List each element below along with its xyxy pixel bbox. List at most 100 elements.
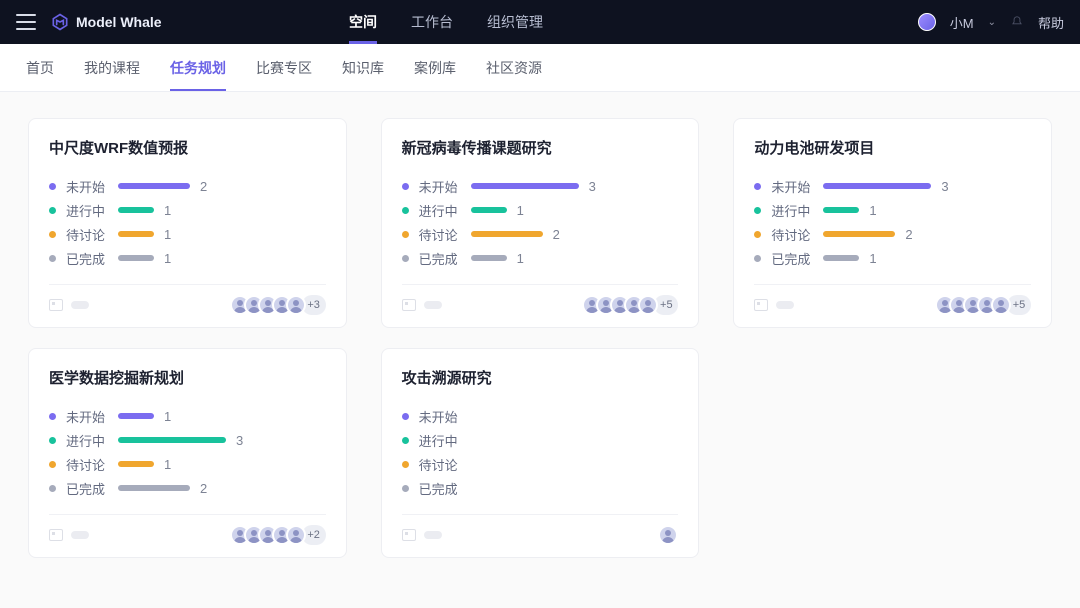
brand-name: Model Whale xyxy=(76,14,162,30)
status-bar xyxy=(118,485,190,491)
card-footer: +5 xyxy=(402,284,679,315)
status-dot-icon xyxy=(402,485,409,492)
status-row-not_started: 未开始 3 xyxy=(402,174,679,198)
status-label: 进行中 xyxy=(66,201,108,220)
project-card[interactable]: 攻击溯源研究未开始进行中待讨论已完成 xyxy=(381,348,700,558)
status-bar xyxy=(823,255,859,261)
status-row-pending: 待讨论1 xyxy=(49,452,326,476)
status-label: 已完成 xyxy=(66,249,108,268)
status-count: 2 xyxy=(553,227,565,242)
member-avatar[interactable] xyxy=(638,295,658,315)
top-tab-1[interactable]: 工作台 xyxy=(411,0,453,44)
status-dot-icon xyxy=(402,413,409,420)
status-bar xyxy=(118,437,226,443)
status-label: 未开始 xyxy=(419,177,461,196)
member-avatars[interactable]: +5 xyxy=(935,295,1031,315)
chevron-down-icon[interactable]: ⌄ xyxy=(988,17,996,28)
status-count: 1 xyxy=(869,251,881,266)
member-avatar[interactable] xyxy=(991,295,1011,315)
status-count: 2 xyxy=(905,227,917,242)
status-row-in_progress: 进行中3 xyxy=(49,428,326,452)
status-dot-icon xyxy=(49,255,56,262)
status-label: 待讨论 xyxy=(419,455,461,474)
member-avatars[interactable] xyxy=(658,525,678,545)
member-avatars[interactable]: +5 xyxy=(582,295,678,315)
footer-pill xyxy=(776,301,794,309)
card-title: 动力电池研发项目 xyxy=(754,137,1031,158)
status-count: 1 xyxy=(517,251,529,266)
footer-meta xyxy=(49,299,89,311)
subtab-2[interactable]: 任务规划 xyxy=(170,44,226,91)
status-dot-icon xyxy=(402,255,409,262)
member-avatars[interactable]: +3 xyxy=(230,295,326,315)
status-label: 未开始 xyxy=(66,407,108,426)
top-tab-2[interactable]: 组织管理 xyxy=(487,0,543,44)
menu-icon[interactable] xyxy=(16,14,36,30)
project-card[interactable]: 中尺度WRF数值预报未开始2进行中1待讨论1已完成1+3 xyxy=(28,118,347,328)
footer-meta xyxy=(754,299,794,311)
status-row-not_started: 未开始2 xyxy=(49,174,326,198)
status-dot-icon xyxy=(754,183,761,190)
subtab-6[interactable]: 社区资源 xyxy=(486,44,542,91)
status-bar xyxy=(471,183,579,189)
project-card[interactable]: 新冠病毒传播课题研究未开始3进行中1待讨论2已完成1+5 xyxy=(381,118,700,328)
status-bar xyxy=(118,255,154,261)
status-bar xyxy=(823,207,859,213)
status-dot-icon xyxy=(49,231,56,238)
status-row-not_started: 未开始1 xyxy=(49,404,326,428)
card-title: 中尺度WRF数值预报 xyxy=(49,137,326,158)
status-label: 进行中 xyxy=(419,201,461,220)
footer-pill xyxy=(71,301,89,309)
status-dot-icon xyxy=(754,231,761,238)
status-dot-icon xyxy=(49,207,56,214)
status-row-in_progress: 进行中1 xyxy=(754,198,1031,222)
status-count: 2 xyxy=(200,481,212,496)
footer-meta xyxy=(402,299,442,311)
bell-icon[interactable] xyxy=(1010,15,1024,29)
status-count: 1 xyxy=(517,203,529,218)
status-row-done: 已完成 xyxy=(402,476,679,500)
project-card[interactable]: 医学数据挖掘新规划未开始1进行中3待讨论1已完成2+2 xyxy=(28,348,347,558)
status-label: 已完成 xyxy=(66,479,108,498)
status-dot-icon xyxy=(49,413,56,420)
status-label: 待讨论 xyxy=(419,225,461,244)
footer-pill xyxy=(424,531,442,539)
subtab-5[interactable]: 案例库 xyxy=(414,44,456,91)
top-tab-0[interactable]: 空间 xyxy=(349,0,377,44)
status-bar xyxy=(118,231,154,237)
member-avatars[interactable]: +2 xyxy=(230,525,326,545)
avatar[interactable] xyxy=(918,13,936,31)
card-footer: +2 xyxy=(49,514,326,545)
subtab-0[interactable]: 首页 xyxy=(26,44,54,91)
project-card[interactable]: 动力电池研发项目未开始3进行中1待讨论2已完成1+5 xyxy=(733,118,1052,328)
member-avatar[interactable] xyxy=(286,525,306,545)
member-avatar[interactable] xyxy=(286,295,306,315)
status-row-pending: 待讨论 xyxy=(402,452,679,476)
footer-pill xyxy=(71,531,89,539)
brand[interactable]: Model Whale xyxy=(50,12,162,32)
status-row-done: 已完成1 xyxy=(754,246,1031,270)
subtab-4[interactable]: 知识库 xyxy=(342,44,384,91)
status-bar xyxy=(823,183,931,189)
card-title: 攻击溯源研究 xyxy=(402,367,679,388)
member-avatar[interactable] xyxy=(658,525,678,545)
status-count: 1 xyxy=(869,203,881,218)
status-count: 1 xyxy=(164,457,176,472)
status-label: 未开始 xyxy=(771,177,813,196)
status-row-done: 已完成 1 xyxy=(49,246,326,270)
status-label: 进行中 xyxy=(66,431,108,450)
subtab-3[interactable]: 比赛专区 xyxy=(256,44,312,91)
status-label: 待讨论 xyxy=(66,225,108,244)
subtabs: 首页我的课程任务规划比赛专区知识库案例库社区资源 xyxy=(0,44,1080,92)
username[interactable]: 小M xyxy=(950,13,974,32)
help-link[interactable]: 帮助 xyxy=(1038,13,1064,32)
status-count: 2 xyxy=(200,179,212,194)
status-dot-icon xyxy=(402,461,409,468)
status-row-in_progress: 进行中 1 xyxy=(402,198,679,222)
status-label: 已完成 xyxy=(419,249,461,268)
status-row-not_started: 未开始3 xyxy=(754,174,1031,198)
status-count: 3 xyxy=(589,179,601,194)
status-count: 1 xyxy=(164,251,176,266)
subtab-1[interactable]: 我的课程 xyxy=(84,44,140,91)
status-dot-icon xyxy=(754,207,761,214)
